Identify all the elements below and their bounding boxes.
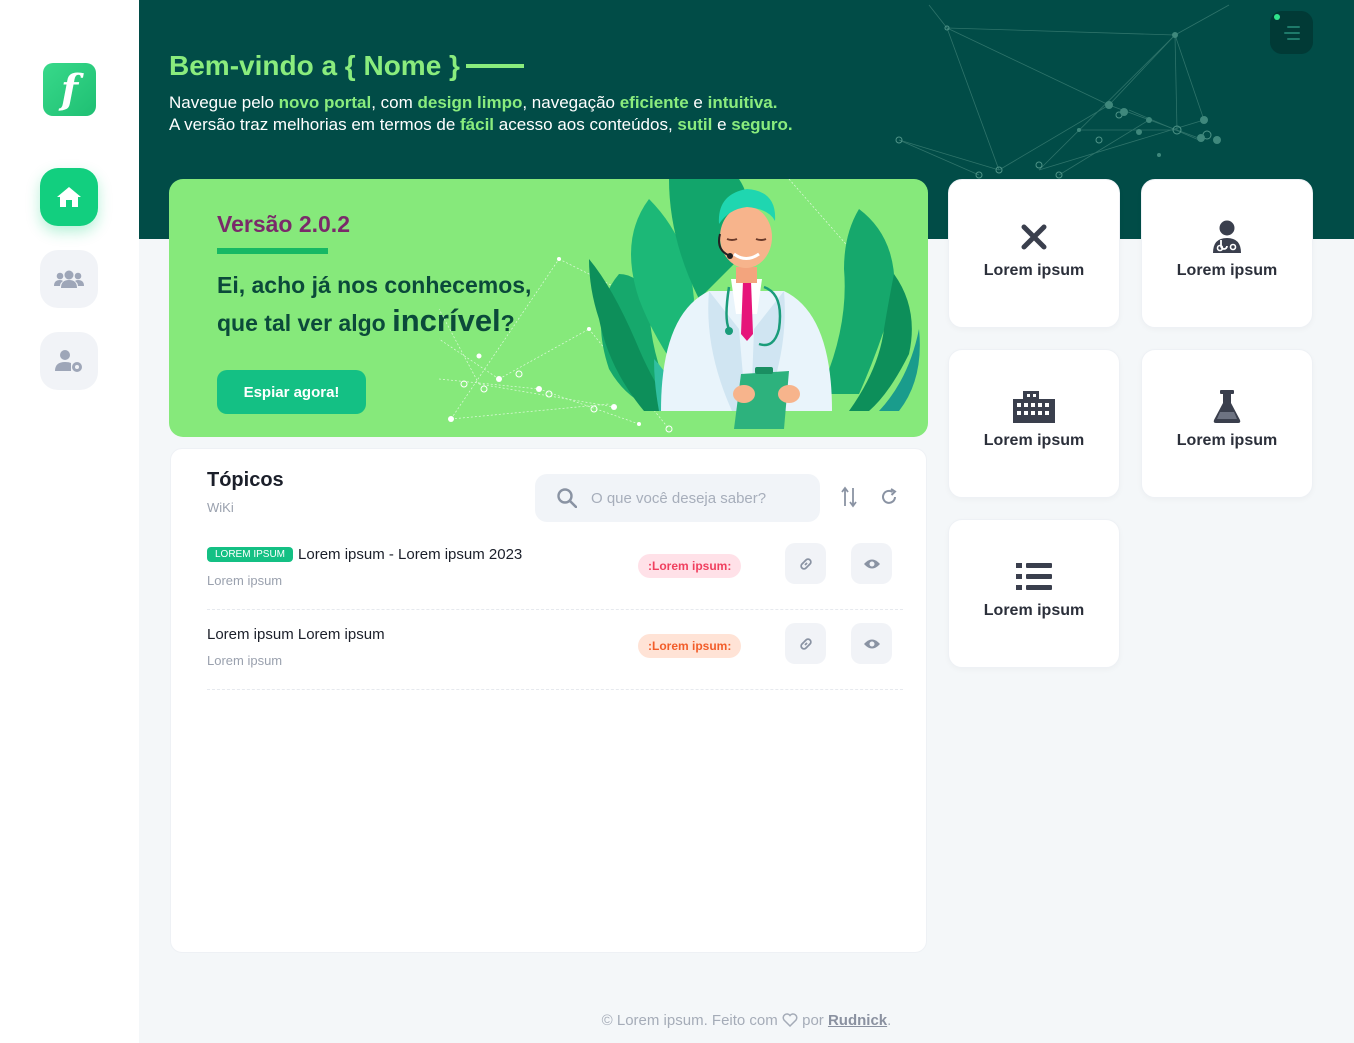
menu-button[interactable] — [1270, 11, 1313, 54]
welcome-underline — [465, 64, 524, 68]
tile-building[interactable]: Lorem ipsum — [948, 349, 1120, 498]
status-badge: :Lorem ipsum: — [638, 554, 742, 578]
doctor-icon — [1213, 220, 1241, 253]
intro-text: Navegue pelo — [169, 93, 279, 112]
sort-icon[interactable] — [841, 486, 857, 508]
tile-label: Lorem ipsum — [983, 262, 1085, 279]
intro-highlight: novo portal — [278, 93, 372, 112]
intro-text: e — [712, 115, 732, 134]
search-input[interactable] — [591, 489, 811, 507]
menu-icon — [1283, 25, 1300, 40]
welcome-text: Bem-vindo a { Nome } — [169, 50, 460, 81]
headline-text: que tal ver algo — [217, 310, 393, 336]
topics-subtitle: WiKi — [207, 500, 234, 515]
status-badge: :Lorem ipsum: — [638, 634, 742, 658]
copy-link-button[interactable] — [785, 623, 826, 664]
tile-label: Lorem ipsum — [1176, 432, 1278, 449]
logo-letter: f — [60, 66, 79, 113]
intro-highlight: sutil — [677, 115, 713, 134]
promo-banner: Versão 2.0.2 Ei, acho já nos conhecemos,… — [169, 179, 928, 437]
footer: © Lorem ipsum. Feito com por Rudnick. — [139, 1012, 1354, 1029]
author-link[interactable]: Rudnick — [828, 1012, 887, 1029]
intro-text: A versão traz melhorias em termos de — [169, 115, 461, 134]
topics-card: Tópicos WiKi LOREM IPSUM Lorem ipsum - L… — [170, 448, 927, 953]
explore-button[interactable]: Espiar agora! — [217, 370, 366, 414]
topic-meta: Lorem ipsum — [207, 573, 283, 588]
intro-highlight: intuitiva. — [707, 93, 778, 112]
sidebar-item-user-settings[interactable] — [40, 332, 98, 390]
welcome-heading: Bem-vindo a { Nome } — [169, 50, 524, 82]
tile-label: Lorem ipsum — [983, 432, 1085, 449]
user-gear-icon — [55, 350, 82, 372]
app-logo[interactable]: f — [43, 63, 96, 116]
intro-text: acesso aos conteúdos, — [494, 115, 678, 134]
refresh-icon[interactable] — [880, 488, 898, 506]
flask-icon — [1213, 390, 1241, 423]
tile-doctor[interactable]: Lorem ipsum — [1141, 179, 1313, 328]
link-icon — [799, 637, 812, 650]
tile-label: Lorem ipsum — [983, 602, 1085, 619]
topic-title-text: Lorem ipsum Lorem ipsum — [207, 626, 385, 643]
tile-list[interactable]: Lorem ipsum — [948, 519, 1120, 668]
topic-tag: LOREM IPSUM — [207, 547, 294, 562]
intro-highlight: seguro. — [731, 115, 793, 134]
tile-close[interactable]: Lorem ipsum — [948, 179, 1120, 328]
intro-highlight: eficiente — [619, 93, 689, 112]
link-icon — [799, 557, 812, 570]
close-icon — [1021, 224, 1047, 250]
intro-highlight: fácil — [460, 115, 495, 134]
list-icon — [1016, 563, 1052, 590]
intro-text: , navegação — [522, 93, 620, 112]
building-icon — [1013, 391, 1055, 423]
topics-title: Tópicos — [207, 469, 284, 491]
tile-flask[interactable]: Lorem ipsum — [1141, 349, 1313, 498]
footer-end: . — [887, 1012, 892, 1029]
home-icon — [57, 187, 81, 207]
intro-text: , com — [371, 93, 418, 112]
notification-dot — [1274, 14, 1280, 20]
view-button[interactable] — [851, 543, 892, 584]
version-label: Versão 2.0.2 — [217, 211, 350, 237]
topic-row[interactable]: LOREM IPSUM Lorem ipsum - Lorem ipsum 20… — [207, 530, 903, 610]
sidebar: f — [0, 0, 139, 1043]
intro-highlight: design limpo — [417, 93, 523, 112]
copy-link-button[interactable] — [785, 543, 826, 584]
version-underline — [217, 248, 328, 254]
eye-icon — [863, 559, 880, 568]
search-box — [535, 474, 820, 522]
eye-icon — [863, 639, 880, 648]
heart-icon — [782, 1013, 798, 1027]
topic-title: LOREM IPSUM Lorem ipsum - Lorem ipsum 20… — [207, 546, 522, 563]
topic-title-text: Lorem ipsum - Lorem ipsum 2023 — [298, 546, 523, 563]
topic-meta: Lorem ipsum — [207, 653, 283, 668]
sidebar-item-users[interactable] — [40, 250, 98, 308]
intro-line-1: Navegue pelo novo portal, com design lim… — [169, 93, 778, 113]
topic-row[interactable]: Lorem ipsum Lorem ipsum Lorem ipsum :Lor… — [207, 610, 903, 690]
search-icon — [557, 488, 577, 508]
sidebar-item-home[interactable] — [40, 168, 98, 226]
intro-text: e — [688, 93, 708, 112]
tile-label: Lorem ipsum — [1176, 262, 1278, 279]
intro-line-2: A versão traz melhorias em termos de fác… — [169, 115, 793, 135]
topic-title: Lorem ipsum Lorem ipsum — [207, 626, 385, 643]
view-button[interactable] — [851, 623, 892, 664]
footer-by: por — [802, 1012, 824, 1029]
footer-text: © Lorem ipsum. Feito com — [601, 1012, 778, 1029]
users-icon — [54, 270, 84, 288]
doctor-illustration — [439, 179, 920, 433]
